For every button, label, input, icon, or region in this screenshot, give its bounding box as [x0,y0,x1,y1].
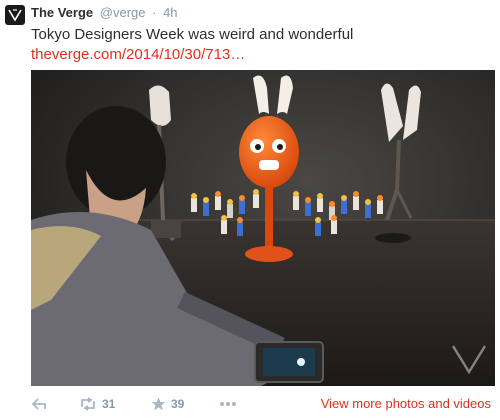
tablet-device [254,341,324,383]
retweet-count: 31 [102,397,116,411]
view-more-photos-link[interactable]: View more photos and videos [321,396,491,411]
timestamp[interactable]: 4h [163,5,177,20]
verge-avatar[interactable] [5,5,25,25]
tweet-link[interactable]: theverge.com/2014/10/30/713… [31,46,245,64]
tweet-text: Tokyo Designers Week was weird and wonde… [31,26,354,43]
tweet-header: The Verge @verge · 4h [31,5,178,21]
more-button[interactable] [219,392,237,416]
favorite-button[interactable]: 39 [151,392,184,416]
tweet-media-image[interactable] [31,70,495,386]
star-icon [151,397,166,411]
author-handle[interactable]: @verge [100,5,146,20]
reply-button[interactable] [31,392,47,416]
header-separator: · [152,5,157,20]
media-illustration [31,70,495,386]
retweet-icon [81,397,95,411]
favorite-count: 39 [171,397,185,411]
reply-icon [31,398,46,410]
verge-logo-icon [8,9,22,22]
retweet-button[interactable]: 31 [79,392,115,416]
tweet-actions: 31 39 View more photos and videos [31,392,495,416]
tweet-card: The Verge @verge · 4h Tokyo Designers We… [0,0,500,420]
author-name[interactable]: The Verge [31,5,93,20]
more-dots-icon [220,402,236,406]
